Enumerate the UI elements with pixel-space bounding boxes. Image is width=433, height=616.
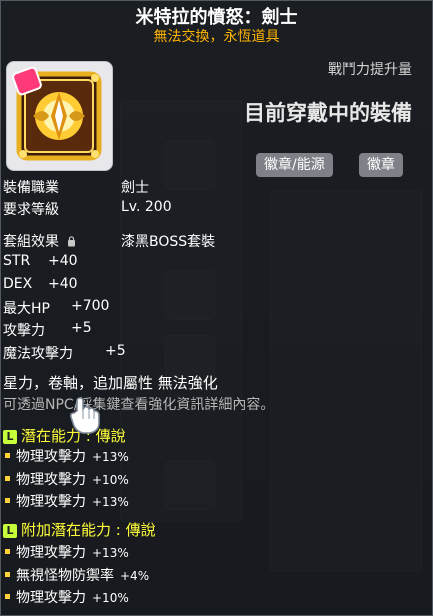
white-glove-cursor-icon xyxy=(70,397,100,434)
bullet-icon xyxy=(5,549,10,554)
stat-label: 最大HP xyxy=(3,301,50,317)
stat-line: 魔法攻擊力 xyxy=(3,343,73,363)
lock-icon xyxy=(68,236,76,247)
bullet-icon xyxy=(5,476,10,481)
power-increase-label: 戰鬥力提升量 xyxy=(328,62,412,78)
stat-line: STR xyxy=(3,253,30,269)
enhance-hint-text: 可透過NPC/採集鍵查看強化資訊詳細內容。 xyxy=(3,397,275,413)
enhance-restriction-text: 星力，卷軸，追加屬性 無法強化 xyxy=(3,374,218,392)
additional-potential-label: 物理攻擊力 xyxy=(16,590,86,606)
stat-value: +40 xyxy=(48,253,78,269)
job-row: 裝備職業 xyxy=(3,177,59,197)
potential-value: +13% xyxy=(92,495,129,509)
set-effect-label: 套組效果 xyxy=(3,234,59,250)
bullet-icon xyxy=(5,572,10,577)
stat-line: 最大HP xyxy=(3,298,50,318)
badge-tab[interactable]: 徽章 xyxy=(359,153,403,177)
additional-potential-line: 物理攻擊力 +10% xyxy=(3,587,129,607)
stat-label: DEX xyxy=(3,276,33,292)
bullet-icon xyxy=(5,453,10,458)
badge-emblem-tab[interactable]: 徽章/能源 xyxy=(256,153,333,177)
potential-label: 物理攻擊力 xyxy=(16,472,86,488)
golden-emblem-icon xyxy=(12,66,102,161)
level-row: 要求等級 xyxy=(3,199,59,219)
potential-header: L 潛在能力 : 傳說 xyxy=(3,425,126,446)
legendary-grade-icon: L xyxy=(3,430,17,444)
additional-potential-line: 無視怪物防禦率 +4% xyxy=(3,565,149,585)
stat-line: DEX xyxy=(3,276,32,292)
bullet-icon xyxy=(5,498,10,503)
stat-value: +700 xyxy=(71,298,110,314)
stat-line: 攻擊力 xyxy=(3,320,45,340)
potential-value: +10% xyxy=(92,473,129,487)
potential-label: 物理攻擊力 xyxy=(16,494,86,510)
additional-potential-value: +10% xyxy=(92,591,129,605)
level-label: 要求等級 xyxy=(3,202,59,218)
job-value: 劍士 xyxy=(121,180,149,196)
additional-potential-label: 物理攻擊力 xyxy=(16,545,86,561)
potential-value: +13% xyxy=(92,450,129,464)
stat-label: STR xyxy=(3,253,31,269)
additional-potential-value: +13% xyxy=(92,546,129,560)
additional-potential-label: 無視怪物防禦率 xyxy=(16,568,114,584)
item-tooltip: 米特拉的憤怒：劍士 無法交換，永恆道具 戰鬥力提升量 目前穿戴中的裝備 徽章/能… xyxy=(0,0,433,616)
stat-label: 攻擊力 xyxy=(3,323,45,339)
additional-potential-title: 附加潛在能力 : 傳說 xyxy=(21,521,156,539)
additional-potential-line: 物理攻擊力 +13% xyxy=(3,542,129,562)
additional-potential-value: +4% xyxy=(120,569,150,583)
legendary-grade-icon: L xyxy=(3,524,17,538)
bullet-icon xyxy=(5,594,10,599)
potential-label: 物理攻擊力 xyxy=(16,449,86,465)
set-effect-value: 漆黑BOSS套裝 xyxy=(121,234,216,250)
potential-line: 物理攻擊力 +13% xyxy=(3,491,129,511)
stat-label: 魔法攻擊力 xyxy=(3,346,73,362)
additional-potential-header: L 附加潛在能力 : 傳說 xyxy=(3,519,156,540)
trade-restriction-note: 無法交換，永恆道具 xyxy=(153,29,280,45)
stat-value: +5 xyxy=(105,343,126,359)
job-label: 裝備職業 xyxy=(3,180,59,196)
stat-value: +40 xyxy=(48,276,78,292)
potential-line: 物理攻擊力 +10% xyxy=(3,469,129,489)
stat-value: +5 xyxy=(71,320,92,336)
currently-equipped-label: 目前穿戴中的裝備 xyxy=(244,101,412,125)
level-value: Lv. 200 xyxy=(121,199,172,215)
potential-line: 物理攻擊力 +13% xyxy=(3,446,129,466)
item-icon-frame xyxy=(6,61,113,171)
set-effect-row: 套組效果 xyxy=(3,231,76,251)
